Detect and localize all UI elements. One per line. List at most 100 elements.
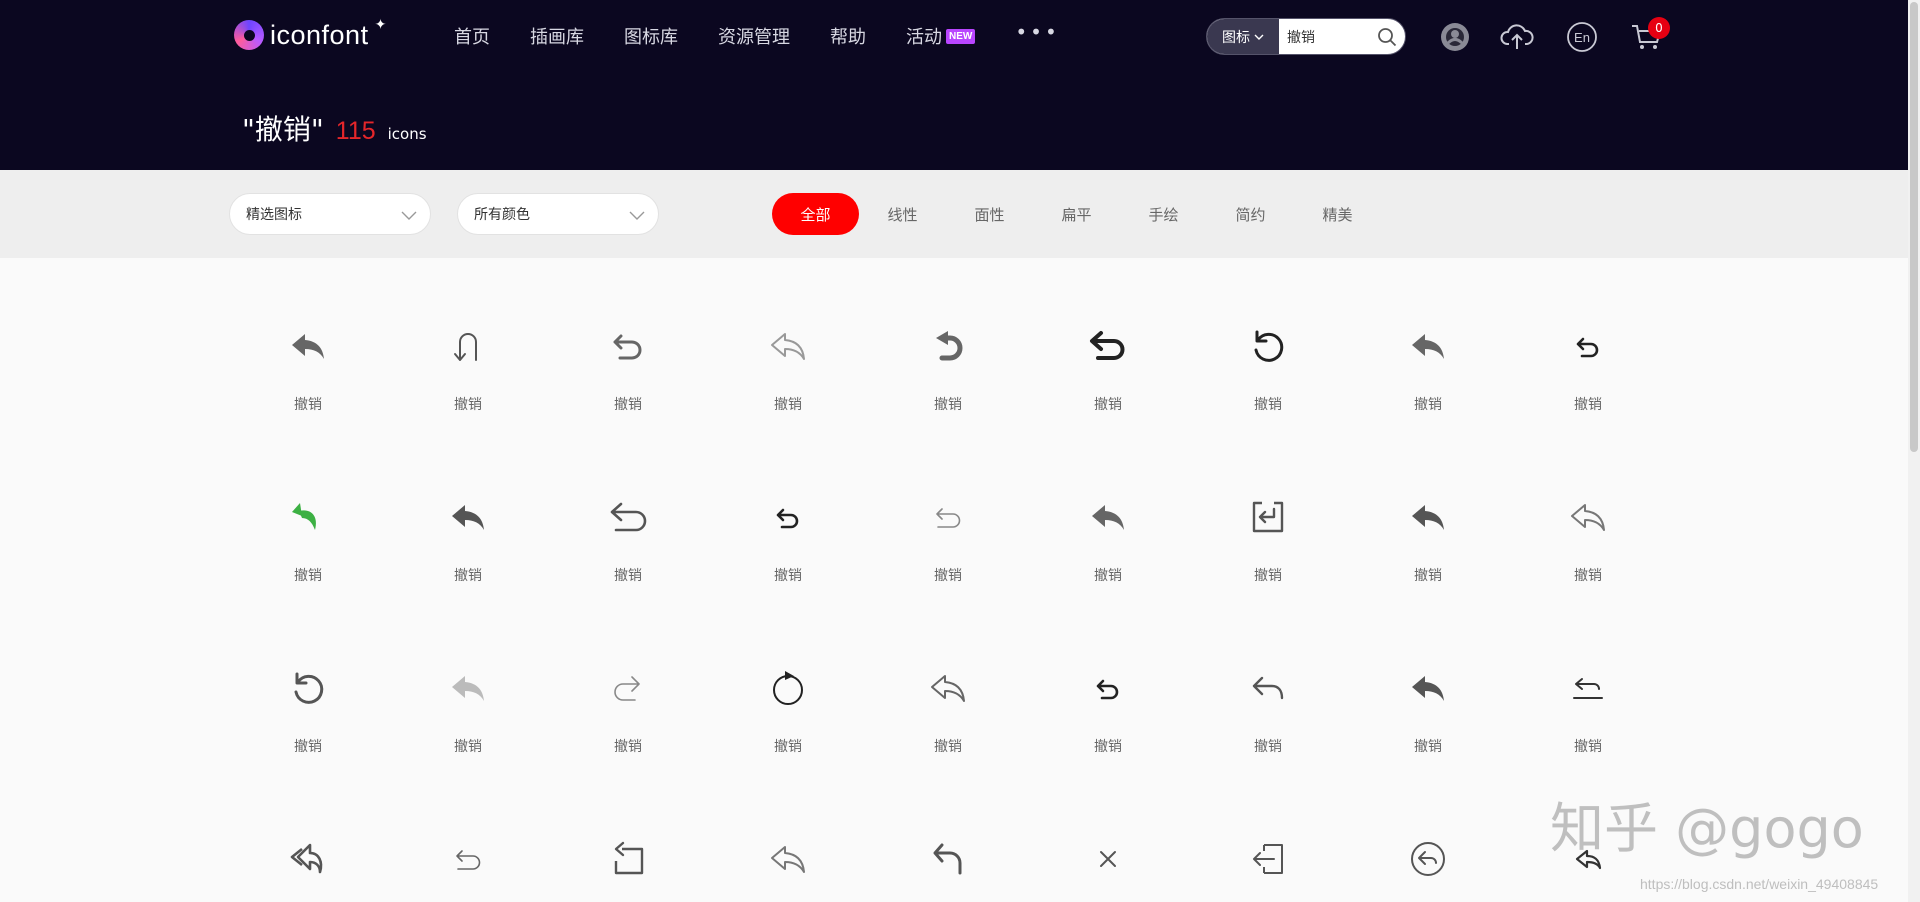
top-header: iconfont ✦ 首页 插画库 图标库 资源管理 帮助 活动 NEW •••…: [0, 0, 1908, 170]
icon-card[interactable]: 撤销: [1348, 600, 1508, 755]
icon-card[interactable]: 撤销: [708, 258, 868, 413]
icon-card[interactable]: 撤销: [1508, 258, 1668, 413]
upload-button[interactable]: [1500, 20, 1534, 54]
icon-card[interactable]: 撤销: [1348, 258, 1508, 413]
nav-resource-management[interactable]: 资源管理: [718, 23, 790, 49]
more-menu-icon[interactable]: •••: [1015, 20, 1059, 44]
icon-card[interactable]: 撤销: [548, 600, 708, 755]
icon-card[interactable]: 撤销: [228, 771, 388, 902]
chevron-down-icon: [629, 211, 645, 220]
nav-activities[interactable]: 活动 NEW: [906, 23, 976, 49]
icon-card[interactable]: 撤销: [1188, 258, 1348, 413]
nav-help[interactable]: 帮助: [830, 23, 866, 49]
icon-card[interactable]: 撤销: [868, 429, 1028, 584]
tab-flat[interactable]: 扁平: [1033, 204, 1120, 225]
nav-icon-library[interactable]: 图标库: [624, 23, 678, 49]
icon-card[interactable]: 撤销: [228, 258, 388, 413]
csdn-watermark-url: https://blog.csdn.net/weixin_49408845: [1640, 876, 1879, 892]
icon-card[interactable]: 撤销: [868, 600, 1028, 755]
icon-card[interactable]: 撤销: [388, 771, 548, 902]
undo-box-icon: [1248, 497, 1288, 537]
page-scrollbar[interactable]: [1908, 0, 1920, 902]
icon-card[interactable]: 撤销: [708, 771, 868, 902]
search-icon: [1378, 27, 1397, 46]
scrollbar-thumb[interactable]: [1910, 2, 1918, 452]
icon-card[interactable]: 撤销: [868, 771, 1028, 902]
undo-small-icon: [1088, 668, 1128, 708]
icon-card-label: 撤销: [1574, 397, 1602, 413]
icon-card-label: 撤销: [774, 739, 802, 755]
featured-select-value: 精选图标: [246, 207, 302, 223]
color-select[interactable]: 所有颜色: [457, 193, 659, 235]
language-en-icon: En: [1567, 22, 1597, 52]
reply-solid-icon: [1408, 326, 1448, 366]
icon-card[interactable]: 撤销: [1348, 771, 1508, 902]
icon-card-label: 撤销: [1414, 739, 1442, 755]
icon-card[interactable]: 撤销: [228, 429, 388, 584]
icon-card-label: 撤销: [454, 397, 482, 413]
icon-card[interactable]: 撤销: [1188, 771, 1348, 902]
icon-card[interactable]: 撤销: [1028, 771, 1188, 902]
tab-all[interactable]: 全部: [772, 193, 859, 235]
icon-card-label: 撤销: [454, 568, 482, 584]
search-result-title: "撤销" 115 icons: [242, 108, 427, 148]
nav-illustrations[interactable]: 插画库: [530, 23, 584, 49]
icon-card[interactable]: 撤销: [1508, 429, 1668, 584]
tab-linear[interactable]: 线性: [859, 204, 946, 225]
result-count: 115: [335, 117, 376, 145]
undo-wide-icon: [608, 497, 648, 537]
reply-solid-icon: [288, 326, 328, 366]
icon-card-label: 撤销: [294, 568, 322, 584]
icon-card-label: 撤销: [1574, 568, 1602, 584]
undo-bold-icon: [1088, 326, 1128, 366]
logo-mark-icon: [234, 20, 264, 50]
icon-card[interactable]: 撤销: [1028, 600, 1188, 755]
icon-card[interactable]: 撤销: [548, 429, 708, 584]
icon-card[interactable]: 撤销: [708, 429, 868, 584]
tab-solid[interactable]: 面性: [946, 204, 1033, 225]
icon-card[interactable]: 撤销: [548, 771, 708, 902]
icon-card[interactable]: 撤销: [388, 429, 548, 584]
circle-arrow-left-icon: [1408, 839, 1448, 879]
search-input[interactable]: [1279, 19, 1369, 54]
icon-card-label: 撤销: [1094, 739, 1122, 755]
reply-all-icon: [288, 839, 328, 879]
icon-card-label: 撤销: [294, 397, 322, 413]
icon-card[interactable]: 撤销: [1028, 429, 1188, 584]
zhihu-watermark: 知乎 @gogo: [1550, 797, 1864, 860]
tab-simple[interactable]: 简约: [1207, 204, 1294, 225]
reply-outline-icon: [928, 668, 968, 708]
icon-card[interactable]: 撤销: [708, 600, 868, 755]
icon-card[interactable]: 撤销: [388, 258, 548, 413]
undo-small-icon: [1568, 326, 1608, 366]
svg-text:En: En: [1574, 30, 1590, 45]
icon-card-label: 撤销: [1254, 397, 1282, 413]
icon-card[interactable]: 撤销: [1348, 429, 1508, 584]
icon-card[interactable]: 撤销: [1188, 429, 1348, 584]
icon-card[interactable]: 撤销: [1508, 600, 1668, 755]
featured-icons-select[interactable]: 精选图标: [229, 193, 431, 235]
language-switch[interactable]: En: [1565, 20, 1599, 54]
reply-outline-icon: [1568, 497, 1608, 537]
rotate-ccw-icon: [1248, 326, 1288, 366]
reply-solid-icon: [1408, 668, 1448, 708]
search-button[interactable]: [1369, 19, 1405, 54]
icon-card[interactable]: 撤销: [868, 258, 1028, 413]
icon-card[interactable]: 撤销: [388, 600, 548, 755]
main-nav: 首页 插画库 图标库 资源管理 帮助 活动 NEW •••: [454, 20, 1060, 50]
icon-card[interactable]: 撤销: [1188, 600, 1348, 755]
icon-card-label: 撤销: [614, 739, 642, 755]
search-type-select[interactable]: 图标: [1207, 19, 1279, 54]
icon-card-label: 撤销: [1414, 397, 1442, 413]
iconfont-logo[interactable]: iconfont ✦: [234, 17, 386, 52]
icon-card[interactable]: 撤销: [1028, 258, 1188, 413]
color-select-value: 所有颜色: [474, 207, 530, 223]
user-avatar[interactable]: [1438, 20, 1472, 54]
icon-card[interactable]: 撤销: [228, 600, 388, 755]
icon-card[interactable]: 撤销: [548, 258, 708, 413]
corner-up-left-icon: [928, 839, 968, 879]
tab-hand-drawn[interactable]: 手绘: [1120, 204, 1207, 225]
nav-home[interactable]: 首页: [454, 23, 490, 49]
cloud-upload-icon: [1500, 24, 1534, 49]
tab-refined[interactable]: 精美: [1294, 204, 1381, 225]
